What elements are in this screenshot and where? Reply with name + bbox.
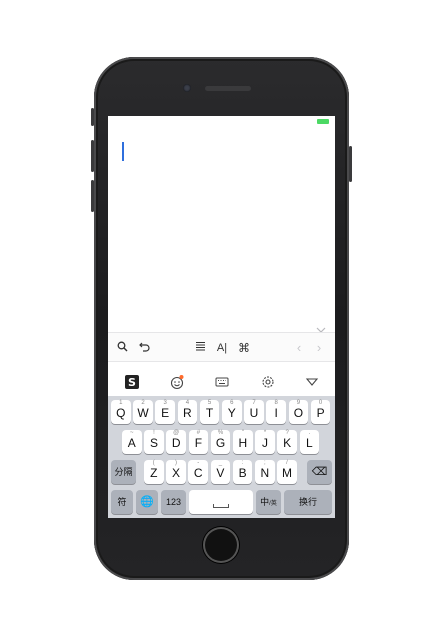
- key-secondary-label: -: [197, 460, 200, 466]
- emoji-icon[interactable]: [168, 374, 186, 392]
- key-z[interactable]: (Z: [144, 460, 164, 484]
- key-row-2: ~ A! S @ D # F% G " H * J? K. L: [108, 430, 335, 456]
- key-q[interactable]: 1Q: [111, 400, 131, 424]
- key-secondary-label: 4: [185, 400, 190, 406]
- key-secondary-label: 6: [230, 400, 234, 406]
- delete-key[interactable]: ⌫: [307, 460, 332, 484]
- globe-key[interactable]: 🌐: [136, 490, 158, 514]
- list-format-icon[interactable]: [192, 339, 208, 357]
- hide-keyboard-icon[interactable]: [303, 374, 321, 392]
- key-f[interactable]: # F: [188, 430, 209, 454]
- sogou-logo-icon[interactable]: S: [123, 374, 141, 392]
- language-sub-label: /英: [269, 501, 277, 507]
- text-input-area[interactable]: [108, 126, 335, 333]
- language-label: 中: [260, 497, 270, 507]
- command-icon[interactable]: ⌘: [236, 339, 252, 357]
- key-secondary-label: ;: [263, 460, 266, 466]
- key-secondary-label: @: [173, 430, 180, 436]
- key-i[interactable]: 8I: [266, 400, 286, 424]
- key-n[interactable]: ; N: [255, 460, 275, 484]
- space-icon: [213, 504, 229, 508]
- key-secondary-label: 1: [119, 400, 123, 406]
- numbers-key[interactable]: 123: [161, 490, 186, 514]
- language-switch-key[interactable]: 中/英: [256, 490, 281, 514]
- key-h[interactable]: " H: [233, 430, 253, 454]
- search-icon[interactable]: [114, 339, 130, 357]
- key-p[interactable]: 0P: [310, 400, 331, 424]
- key-x[interactable]: ) X: [166, 460, 186, 484]
- key-d[interactable]: @ D: [166, 430, 186, 454]
- symbol-key[interactable]: 符: [111, 490, 133, 514]
- key-g[interactable]: % G: [210, 430, 231, 454]
- chevron-left-icon[interactable]: ‹: [292, 339, 306, 357]
- key-b[interactable]: :B: [232, 460, 253, 484]
- earpiece-speaker: [205, 86, 251, 91]
- key-secondary-label: ?: [285, 430, 289, 436]
- chevron-right-icon[interactable]: ›: [312, 339, 326, 357]
- key-row-3: 分隔 (Z) X - C _ V: B; N / M ⌫: [108, 460, 335, 486]
- key-secondary-label: :: [241, 460, 244, 466]
- key-secondary-label: ): [174, 460, 177, 466]
- key-secondary-label: 9: [296, 400, 301, 406]
- key-e[interactable]: 3E: [155, 400, 175, 424]
- key-secondary-label: /: [286, 460, 288, 466]
- return-key[interactable]: 换行: [284, 490, 332, 514]
- key-row-1: 1Q2W3E4R5T6Y7U8I9O0P: [108, 400, 335, 426]
- editing-toolbar: A| ⌘ ‹ ›: [108, 332, 335, 362]
- key-u[interactable]: 7U: [244, 400, 264, 424]
- key-secondary-label: (: [152, 460, 155, 466]
- key-secondary-label: 0: [318, 400, 323, 406]
- split-key[interactable]: 分隔: [111, 460, 136, 484]
- keyboard-icon[interactable]: [213, 374, 231, 392]
- front-camera: [183, 84, 191, 92]
- key-w[interactable]: 2W: [133, 400, 153, 424]
- space-key[interactable]: [189, 490, 253, 514]
- key-m[interactable]: / M: [277, 460, 297, 484]
- text-cursor: [122, 142, 124, 161]
- svg-text:S: S: [128, 376, 136, 389]
- key-secondary-label: .: [308, 430, 311, 436]
- battery-icon: [317, 119, 329, 124]
- key-a[interactable]: ~ A: [122, 430, 142, 454]
- status-bar: [108, 116, 335, 126]
- key-secondary-label: _: [218, 460, 223, 466]
- key-j[interactable]: * J: [255, 430, 275, 454]
- power-button: [349, 146, 352, 182]
- key-o[interactable]: 9O: [288, 400, 309, 424]
- home-button[interactable]: [203, 527, 239, 563]
- key-secondary-label: !: [153, 430, 155, 436]
- key-secondary-label: 5: [207, 400, 212, 406]
- key-secondary-label: 2: [141, 400, 145, 406]
- key-k[interactable]: ? K: [277, 430, 297, 454]
- key-t[interactable]: 5T: [199, 400, 220, 424]
- key-secondary-label: %: [217, 430, 224, 436]
- key-y[interactable]: 6Y: [222, 400, 242, 424]
- key-r[interactable]: 4R: [177, 400, 198, 424]
- key-l[interactable]: .L: [299, 430, 320, 454]
- key-secondary-label: ": [241, 430, 244, 436]
- key-secondary-label: 7: [252, 400, 256, 406]
- key-secondary-label: 3: [163, 400, 167, 406]
- key-secondary-label: 8: [274, 400, 278, 406]
- key-s[interactable]: ! S: [144, 430, 164, 454]
- phone-screen: A| ⌘ ‹ › S 1Q2W3E4R5T6Y7U8I9O0P ~ A! S @ D # F…: [108, 116, 335, 518]
- key-c[interactable]: -C: [188, 460, 208, 484]
- key-secondary-label: #: [196, 430, 201, 436]
- gear-icon[interactable]: [259, 374, 277, 392]
- font-style-icon[interactable]: A|: [214, 339, 230, 357]
- undo-icon[interactable]: [136, 339, 152, 357]
- key-secondary-label: ~: [130, 430, 134, 436]
- keyboard: 1Q2W3E4R5T6Y7U8I9O0P ~ A! S @ D # F% G " H * J? K. L …: [108, 396, 335, 518]
- key-secondary-label: *: [263, 430, 267, 436]
- keyboard-top-bar: S: [108, 370, 335, 396]
- key-v[interactable]: _ V: [210, 460, 231, 484]
- key-row-4: 符 🌐 123 中/英 换行: [108, 490, 335, 516]
